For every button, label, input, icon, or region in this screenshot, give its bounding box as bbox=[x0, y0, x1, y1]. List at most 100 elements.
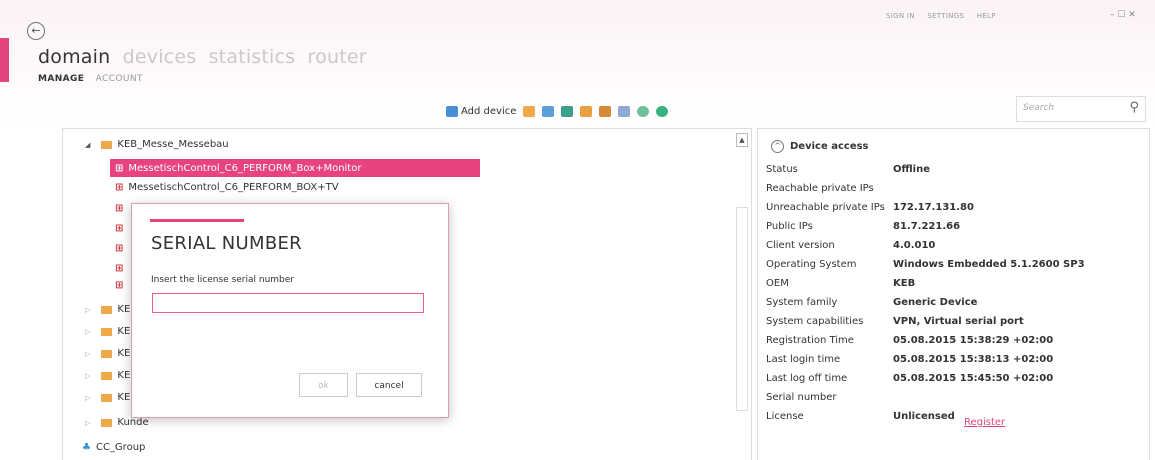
remote-icon[interactable] bbox=[637, 105, 650, 117]
tree-device-row[interactable]: ⊞ bbox=[115, 223, 123, 234]
toolbar: Add device bbox=[446, 102, 669, 120]
device-icon: ⊞ bbox=[115, 263, 124, 274]
detail-value: Offline bbox=[893, 164, 930, 175]
detail-value: 05.08.2015 15:45:50 +02:00 bbox=[893, 373, 1054, 384]
tree-folder-kunde[interactable]: ▷ Kunde bbox=[85, 417, 149, 428]
tree-group-label: CC_Group bbox=[95, 442, 146, 453]
back-arrow-icon[interactable]: ← bbox=[27, 22, 45, 40]
group-icon: ♣ bbox=[82, 442, 91, 453]
nav-devices[interactable]: devices bbox=[123, 46, 197, 68]
expand-arrow-icon[interactable]: ▷ bbox=[85, 419, 90, 427]
detail-label: System family bbox=[766, 297, 838, 308]
nav-statistics[interactable]: statistics bbox=[209, 46, 296, 68]
detail-label: License bbox=[766, 411, 804, 422]
tree-device-row[interactable]: ⊞ bbox=[115, 243, 123, 254]
expand-arrow-icon[interactable]: ▷ bbox=[85, 372, 90, 380]
add-device-icon[interactable] bbox=[446, 105, 458, 117]
search-input[interactable]: Search bbox=[1023, 103, 1054, 113]
detail-value: VPN, Virtual serial port bbox=[893, 316, 1024, 327]
detail-value: 05.08.2015 15:38:29 +02:00 bbox=[893, 335, 1054, 346]
tree-device-row[interactable]: ⊞ bbox=[115, 203, 123, 214]
detail-label: Operating System bbox=[766, 259, 857, 270]
serial-number-input[interactable] bbox=[152, 293, 424, 313]
tree-group-cc[interactable]: ♣ CC_Group bbox=[82, 442, 145, 453]
expand-arrow-icon[interactable]: ▷ bbox=[85, 306, 90, 314]
expand-arrow-icon[interactable]: ▷ bbox=[85, 350, 90, 358]
detail-label: Unreachable private IPs bbox=[766, 202, 885, 213]
tree-device-row[interactable]: ⊞ bbox=[115, 263, 123, 274]
collapse-icon[interactable]: ^ bbox=[771, 140, 784, 153]
detail-label: Last login time bbox=[766, 354, 841, 365]
device-icon: ⊞ bbox=[115, 243, 124, 254]
folder-icon bbox=[101, 393, 113, 402]
folder-icon bbox=[101, 327, 113, 336]
detail-value: Generic Device bbox=[893, 297, 978, 308]
device-icon: ⊞ bbox=[115, 182, 124, 193]
help-link[interactable]: HELP bbox=[977, 12, 996, 20]
detail-value: 4.0.010 bbox=[893, 240, 936, 251]
device-icon: ⊞ bbox=[115, 162, 124, 174]
register-link[interactable]: Register bbox=[964, 417, 1005, 428]
device-icon: ⊞ bbox=[115, 280, 124, 291]
folder-icon bbox=[101, 140, 113, 149]
folder-share-icon[interactable] bbox=[599, 105, 612, 117]
add-user-group-icon[interactable] bbox=[542, 105, 555, 117]
folder-move-icon[interactable] bbox=[580, 105, 593, 117]
tree-device-selected[interactable]: ⊞ MessetischControl_C6_PERFORM_Box+Monit… bbox=[110, 159, 480, 177]
tree-device-label: MessetischControl_C6_PERFORM_BOX+TV bbox=[128, 182, 339, 193]
detail-value: Unlicensed bbox=[893, 411, 955, 422]
subnav-manage[interactable]: MANAGE bbox=[38, 74, 84, 84]
folder-icon bbox=[101, 418, 113, 427]
detail-label: Reachable private IPs bbox=[766, 183, 874, 194]
users-icon[interactable] bbox=[561, 105, 574, 117]
device-icon: ⊞ bbox=[115, 223, 124, 234]
tree-device-row[interactable]: ⊞ MessetischControl_C6_PERFORM_BOX+TV bbox=[115, 182, 339, 193]
dialog-title: SERIAL NUMBER bbox=[151, 233, 302, 254]
grid-icon[interactable] bbox=[618, 105, 631, 117]
search-box[interactable]: Search ⚲ bbox=[1016, 96, 1146, 122]
top-links: SIGN IN SETTINGS HELP bbox=[886, 12, 1006, 20]
tree-scrollbar[interactable] bbox=[736, 207, 748, 411]
serial-number-label: Insert the license serial number bbox=[151, 275, 295, 285]
detail-value: KEB bbox=[893, 278, 916, 289]
tree-folder-label: KEB_Messe_Messebau bbox=[117, 139, 229, 150]
tree-device-row[interactable]: ⊞ bbox=[115, 280, 123, 291]
folder-icon bbox=[101, 305, 113, 314]
main-nav: domain devices statistics router bbox=[38, 46, 373, 68]
folder-icon bbox=[101, 349, 113, 358]
detail-label: Public IPs bbox=[766, 221, 813, 232]
detail-label: System capabilities bbox=[766, 316, 864, 327]
settings-link[interactable]: SETTINGS bbox=[927, 12, 964, 20]
nav-domain[interactable]: domain bbox=[38, 46, 110, 68]
detail-label: Serial number bbox=[766, 392, 837, 403]
refresh-icon[interactable] bbox=[656, 105, 669, 117]
detail-value: 81.7.221.66 bbox=[893, 221, 961, 232]
cancel-button[interactable]: cancel bbox=[356, 373, 422, 397]
search-icon[interactable]: ⚲ bbox=[1129, 100, 1139, 115]
ok-button[interactable]: ok bbox=[299, 373, 348, 397]
detail-label: Client version bbox=[766, 240, 835, 251]
add-device-button[interactable]: Add device bbox=[461, 106, 516, 117]
device-icon: ⊞ bbox=[115, 203, 124, 214]
details-title: Device access bbox=[790, 141, 869, 152]
add-folder-icon[interactable] bbox=[523, 105, 536, 117]
subnav-account[interactable]: ACCOUNT bbox=[96, 74, 143, 84]
expand-arrow-icon[interactable]: ▷ bbox=[85, 394, 90, 402]
expand-arrow-icon[interactable]: ◢ bbox=[85, 141, 90, 149]
expand-arrow-icon[interactable]: ▷ bbox=[85, 328, 90, 336]
tree-device-label: MessetischControl_C6_PERFORM_Box+Monitor bbox=[128, 162, 362, 174]
tree-folder-keb-messe[interactable]: ◢ KEB_Messe_Messebau bbox=[85, 139, 229, 150]
detail-value: 05.08.2015 15:38:13 +02:00 bbox=[893, 354, 1054, 365]
scroll-up-arrow-icon[interactable]: ▲ bbox=[736, 133, 748, 147]
window-controls[interactable]: – ☐ ✕ bbox=[1110, 10, 1136, 20]
detail-label: OEM bbox=[766, 278, 789, 289]
detail-label: Last log off time bbox=[766, 373, 848, 384]
detail-value: Windows Embedded 5.1.2600 SP3 bbox=[893, 259, 1085, 270]
sign-in-link[interactable]: SIGN IN bbox=[886, 12, 915, 20]
dialog-accent-bar bbox=[150, 219, 244, 222]
details-header[interactable]: ^ Device access bbox=[771, 140, 869, 153]
sub-nav: MANAGE ACCOUNT bbox=[38, 74, 143, 84]
detail-value: 172.17.131.80 bbox=[893, 202, 974, 213]
nav-router[interactable]: router bbox=[308, 46, 367, 68]
tree-folder-label: Kunde bbox=[117, 417, 149, 428]
